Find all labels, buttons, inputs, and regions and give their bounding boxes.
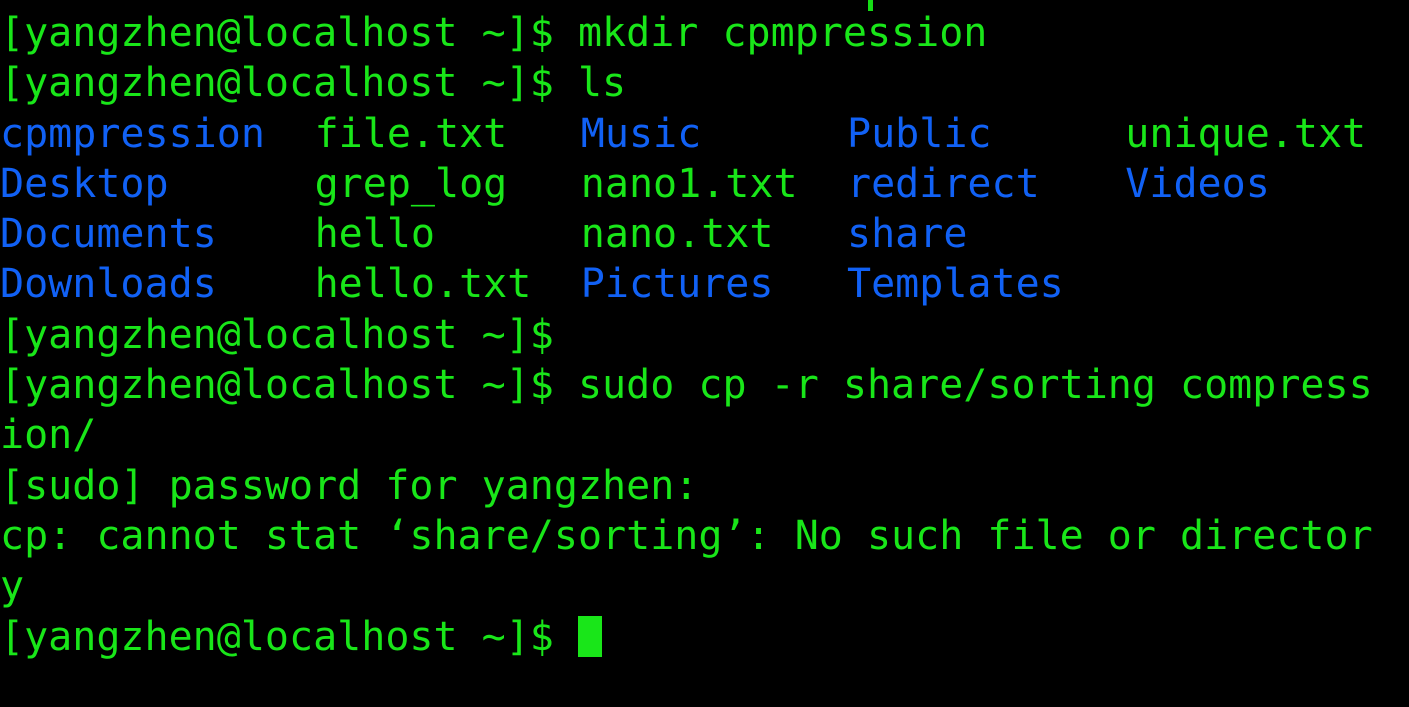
command-text-ls: ls — [577, 60, 627, 107]
ls-entry-directory[interactable]: share — [847, 209, 967, 259]
shell-prompt: [yangzhen@localhost ~]$ — [0, 60, 578, 107]
terminal-line-ls: [yangzhen@localhost ~]$ ls — [0, 58, 1409, 108]
ls-entry-directory[interactable]: Downloads — [0, 259, 217, 309]
ls-entry-file[interactable]: file.txt — [315, 109, 508, 159]
terminal-line-mkdir: [yangzhen@localhost ~]$ mkdir cpmpressio… — [0, 8, 1409, 58]
ls-entry-directory[interactable]: Pictures — [581, 259, 774, 309]
ls-entry-file[interactable]: nano.txt — [581, 209, 774, 259]
terminal-line-empty-prompt: [yangzhen@localhost ~]$ — [0, 310, 1409, 360]
ls-entry-directory[interactable]: Templates — [847, 259, 1064, 309]
terminal-line-sudo-cp: [yangzhen@localhost ~]$ sudo cp -r share… — [0, 360, 1409, 410]
ls-entry-directory[interactable]: Videos — [1125, 159, 1270, 209]
text-cursor[interactable] — [577, 615, 603, 657]
terminal-line-sudo-password-prompt: [sudo] password for yangzhen: — [0, 461, 1409, 511]
ls-output-row: Documents hello nano.txt share — [0, 209, 1409, 259]
terminal-line-final-prompt[interactable]: [yangzhen@localhost ~]$ — [0, 612, 1409, 662]
error-message: cp: cannot stat ‘share/sorting’: No such… — [0, 512, 1373, 559]
ls-entry-directory[interactable]: Desktop — [0, 159, 169, 209]
command-text-mkdir: mkdir cpmpression — [577, 10, 988, 56]
command-text-sudo-cp: sudo cp -r share/sorting compress — [577, 362, 1373, 409]
ls-entry-file[interactable]: nano1.txt — [581, 159, 798, 209]
ls-entry-directory[interactable]: Public — [847, 109, 992, 159]
terminal-screen: [yangzhen@localhost ~]$ mkdir cpmpressio… — [0, 8, 1409, 662]
terminal-window[interactable]: [yangzhen@localhost ~]$ mkdir cpmpressio… — [0, 0, 1409, 707]
ls-entry-directory[interactable]: redirect — [847, 159, 1040, 209]
ls-output-row: cpmpression file.txt Music Public unique… — [0, 109, 1409, 159]
terminal-line-error: cp: cannot stat ‘share/sorting’: No such… — [0, 511, 1409, 561]
ls-output-row: Desktop grep_log nano1.txt redirect Vide… — [0, 159, 1409, 209]
ls-entry-file[interactable]: hello — [315, 209, 435, 259]
ls-entry-file[interactable]: grep_log — [315, 159, 508, 209]
ls-entry-file[interactable]: unique.txt — [1125, 109, 1366, 159]
ls-entry-directory[interactable]: Documents — [0, 209, 217, 259]
ls-entry-directory[interactable]: cpmpression — [0, 109, 265, 159]
shell-prompt: [yangzhen@localhost ~]$ — [0, 613, 578, 660]
ls-entry-directory[interactable]: Music — [581, 109, 701, 159]
terminal-line-error-wrap: y — [0, 561, 1409, 611]
ls-entry-file[interactable]: hello.txt — [315, 259, 532, 309]
terminal-line-sudo-cp-wrap: ion/ — [0, 410, 1409, 460]
ls-output-row: Downloads hello.txt Pictures Templates — [0, 259, 1409, 309]
shell-prompt: [yangzhen@localhost ~]$ — [0, 10, 578, 56]
